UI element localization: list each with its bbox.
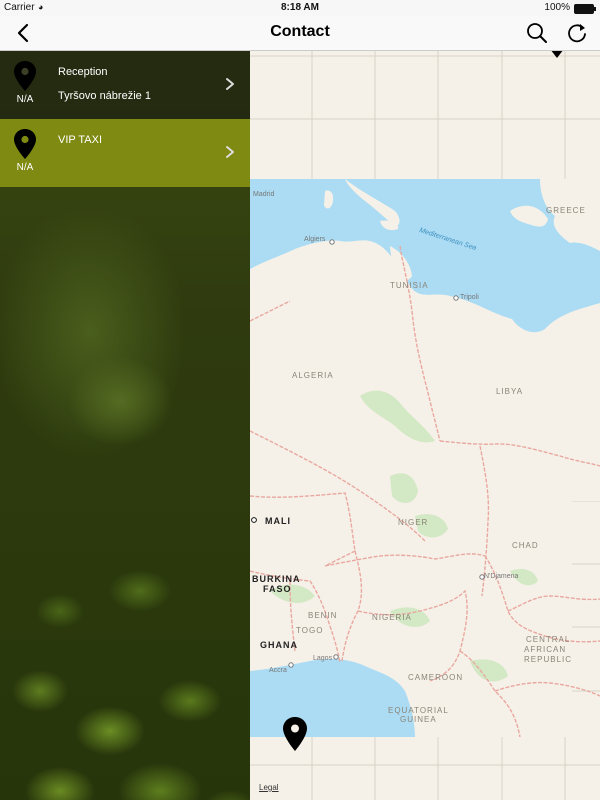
contact-address: Tyršovo nábrežie 1 [58,90,151,102]
distance-label: N/A [16,94,34,105]
clock: 8:18 AM [281,2,319,13]
map-label-cameroon: CAMEROON [408,673,464,682]
search-button[interactable] [526,22,548,44]
map-label-madrid: Madrid [253,191,275,198]
chevron-right-icon [226,146,234,158]
map-pin-icon[interactable] [283,717,307,751]
contact-name: Reception [58,66,108,78]
map-label-mali: MALI [265,516,291,526]
map-canvas [250,51,600,800]
map-label-togo: TOGO [296,626,324,635]
contact-name: VIP TAXI [58,134,103,146]
map-view[interactable]: Madrid Algiers TUNISIA Tripoli GREECE Me… [250,51,600,800]
battery-percent: 100% [544,2,570,13]
map-label-niger: NIGER [398,518,429,527]
map-label-algiers: Algiers [304,236,326,243]
map-label-algeria: ALGERIA [292,371,334,380]
distance-label: N/A [16,162,34,173]
contact-list-panel: N/A Reception Tyršovo nábrežie 1 N/A VIP… [0,51,250,800]
map-label-ghana: GHANA [260,640,298,650]
legal-link[interactable]: Legal [259,783,279,792]
map-label-republic: REPUBLIC [524,655,573,664]
chevron-right-icon [226,78,234,90]
map-label-libya: LIBYA [496,387,524,396]
map-label-chad: CHAD [512,541,539,550]
map-label-greece: GREECE [546,206,586,215]
search-icon [527,23,547,43]
map-label-benin: BENIN [308,611,338,620]
map-label-african: AFRICAN [524,645,567,654]
map-label-faso: FASO [263,584,292,594]
nav-bar: Contact [0,16,600,51]
refresh-button[interactable] [566,22,588,44]
map-label-equatorial: EQUATORIAL [388,706,449,715]
map-label-burkina: BURKINA [252,574,301,584]
battery-icon [574,4,596,14]
map-label-guinea: GUINEA [400,715,437,724]
status-bar: Carrier ◕ 8:18 AM 100% [0,0,600,16]
map-pin-icon [14,129,36,159]
map-label-tripoli: Tripoli [460,294,479,301]
map-pin-icon[interactable] [550,51,564,59]
map-label-tunisia: TUNISIA [390,281,429,290]
map-label-accra: Accra [269,667,287,674]
contact-item-reception[interactable]: N/A Reception Tyršovo nábrežie 1 [0,51,250,119]
map-label-lagos: Lagos [313,655,333,662]
map-label-central: CENTRAL [526,635,571,644]
refresh-icon [568,24,586,43]
map-label-ndjamena: N'Djamena [484,573,519,580]
page-title: Contact [270,23,330,40]
map-pin-icon [14,61,36,91]
contact-item-vip-taxi[interactable]: N/A VIP TAXI [0,119,250,187]
map-label-nigeria: NIGERIA [372,613,412,622]
